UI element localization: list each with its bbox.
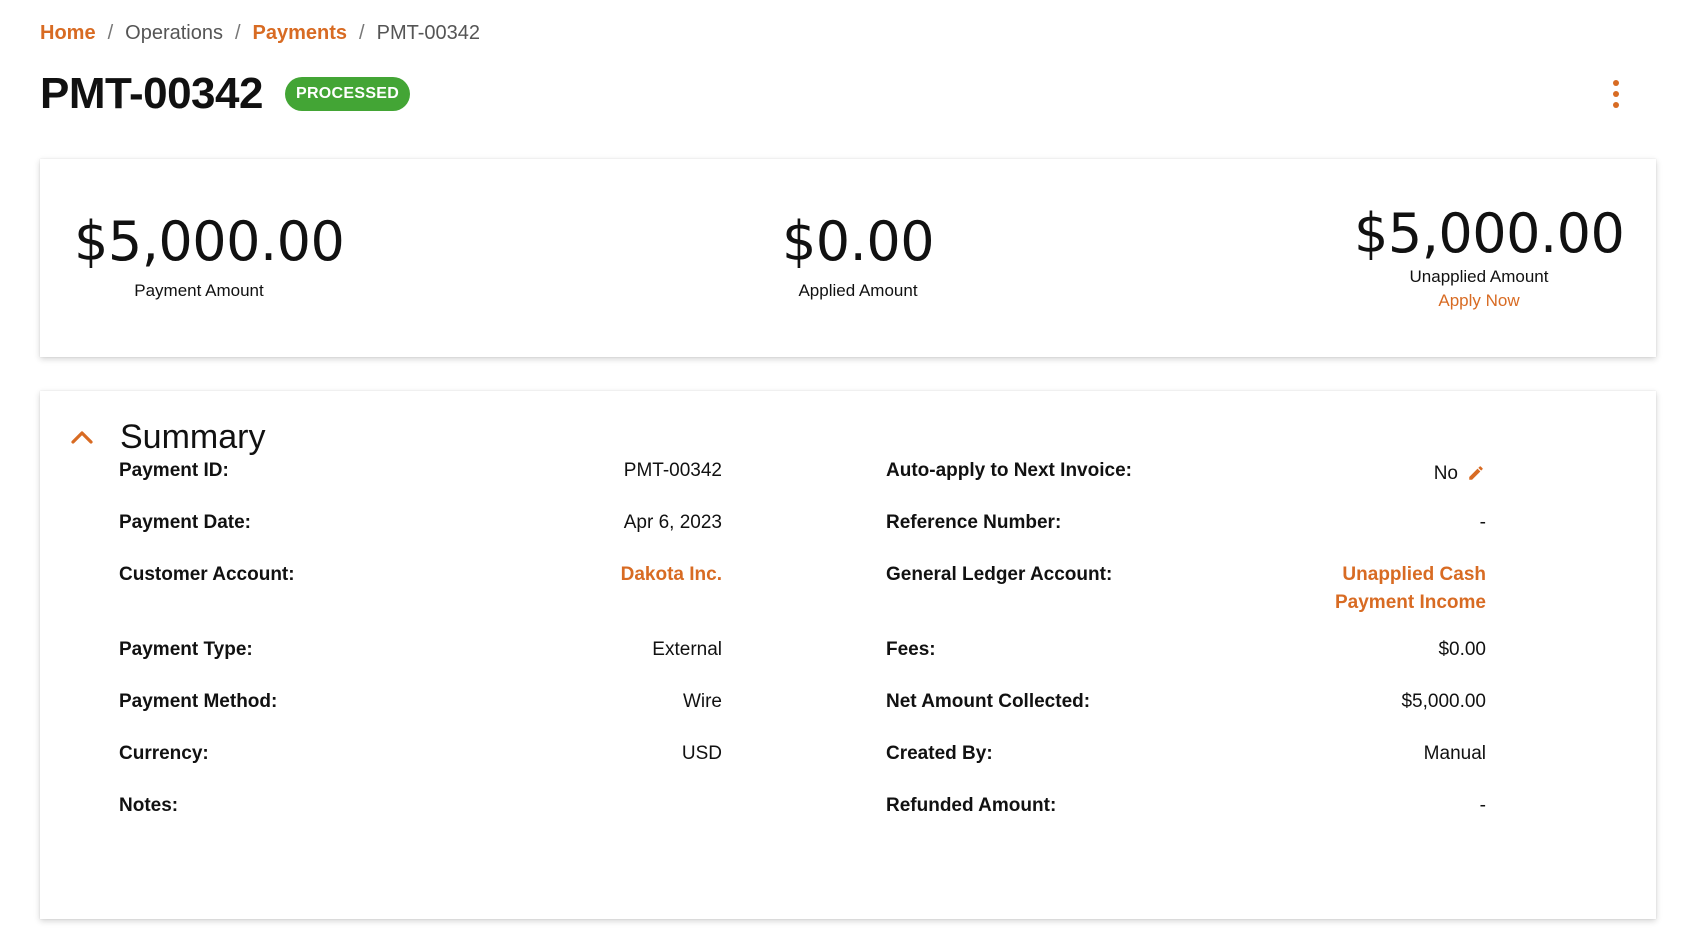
gl-account-link[interactable]: Unapplied Cash Payment Income (1335, 561, 1486, 617)
field-fees: Fees: $0.00 (886, 636, 1486, 664)
field-label: Reference Number: (886, 512, 1062, 533)
field-value: External (652, 639, 722, 660)
payment-amount-label: Payment Amount (134, 281, 264, 300)
field-gl-account: General Ledger Account: Unapplied Cash P… (886, 561, 1486, 617)
summary-card: Summary Payment ID: PMT-00342 Payment Da… (40, 391, 1656, 919)
breadcrumb-operations: Operations (125, 22, 223, 44)
field-label: Fees: (886, 639, 936, 660)
field-label: Created By: (886, 743, 993, 764)
field-label: Currency: (119, 743, 209, 764)
field-value: Manual (1423, 743, 1486, 764)
chevron-up-icon (68, 423, 96, 451)
unapplied-amount-label: Unapplied Amount (1409, 267, 1549, 286)
more-vertical-icon-dot (1613, 102, 1619, 108)
summary-toggle[interactable]: Summary (68, 415, 265, 459)
field-value: No (1433, 463, 1458, 484)
customer-account-link[interactable]: Dakota Inc. (621, 561, 722, 589)
breadcrumb-separator: / (359, 22, 365, 44)
field-label: Payment Date: (119, 512, 251, 533)
status-badge: PROCESSED (284, 77, 411, 111)
breadcrumb-separator: / (107, 22, 114, 44)
field-payment-method: Payment Method: Wire (119, 688, 722, 716)
auto-apply-value: No (1434, 457, 1486, 488)
field-label: Notes: (119, 795, 179, 816)
field-label: Auto-apply to Next Invoice: (886, 460, 1132, 481)
more-vertical-icon-dot (1613, 91, 1619, 97)
field-value: - (1479, 512, 1486, 533)
field-label: General Ledger Account: (886, 564, 1113, 585)
applied-amount-label: Applied Amount (798, 281, 918, 300)
field-created-by: Created By: Manual (886, 740, 1486, 768)
field-value: PMT-00342 (623, 460, 722, 481)
field-label: Payment Type: (119, 639, 253, 660)
unapplied-amount-value: $5,000.00 (1354, 202, 1625, 265)
field-reference-number: Reference Number: - (886, 509, 1486, 537)
field-payment-id: Payment ID: PMT-00342 (119, 457, 722, 485)
field-value: Wire (682, 691, 722, 712)
breadcrumb: Home / Operations / Payments / PMT-00342 (40, 20, 480, 46)
field-label: Refunded Amount: (886, 795, 1057, 816)
payment-amount-block: $5,000.00 Payment Amount (74, 210, 345, 303)
field-payment-type: Payment Type: External (119, 636, 722, 664)
breadcrumb-payments-link[interactable]: Payments (253, 20, 348, 46)
field-net-amount: Net Amount Collected: $5,000.00 (886, 688, 1486, 716)
field-payment-date: Payment Date: Apr 6, 2023 (119, 509, 722, 537)
applied-amount-block: $0.00 Applied Amount (758, 211, 958, 303)
field-refunded-amount: Refunded Amount: - (886, 792, 1486, 820)
more-vertical-icon (1613, 80, 1619, 86)
field-auto-apply: Auto-apply to Next Invoice: No (886, 457, 1486, 488)
unapplied-amount-block: $5,000.00 Unapplied Amount Apply Now (1354, 202, 1625, 313)
page-header: PMT-00342 PROCESSED (40, 66, 1642, 122)
gl-account-line-1: Unapplied Cash (1342, 564, 1486, 585)
more-options-button[interactable] (1608, 80, 1624, 108)
field-value: $5,000.00 (1401, 691, 1486, 712)
field-label: Customer Account: (119, 564, 295, 585)
pencil-icon[interactable] (1466, 463, 1486, 483)
field-label: Payment ID: (119, 460, 229, 481)
field-value: Apr 6, 2023 (623, 512, 722, 533)
summary-title: Summary (120, 418, 266, 456)
field-label: Payment Method: (119, 691, 278, 712)
field-value: USD (681, 743, 722, 764)
field-value: $0.00 (1438, 639, 1486, 660)
breadcrumb-home-link[interactable]: Home (40, 20, 96, 46)
apply-now-link[interactable]: Apply Now (1438, 289, 1519, 313)
breadcrumb-current: PMT-00342 (376, 22, 480, 44)
gl-account-line-2: Payment Income (1335, 592, 1486, 613)
payment-detail-page: Home / Operations / Payments / PMT-00342… (0, 0, 1682, 942)
breadcrumb-separator: / (234, 22, 241, 44)
field-value: - (1479, 795, 1486, 816)
applied-amount-value: $0.00 (781, 210, 935, 273)
field-label: Net Amount Collected: (886, 691, 1091, 712)
field-currency: Currency: USD (119, 740, 722, 768)
field-notes: Notes: (119, 792, 722, 820)
amounts-card: $5,000.00 Payment Amount $0.00 Applied A… (40, 159, 1656, 357)
page-title: PMT-00342 (40, 69, 263, 118)
field-customer-account: Customer Account: Dakota Inc. (119, 561, 722, 589)
payment-amount-value: $5,000.00 (74, 210, 345, 273)
